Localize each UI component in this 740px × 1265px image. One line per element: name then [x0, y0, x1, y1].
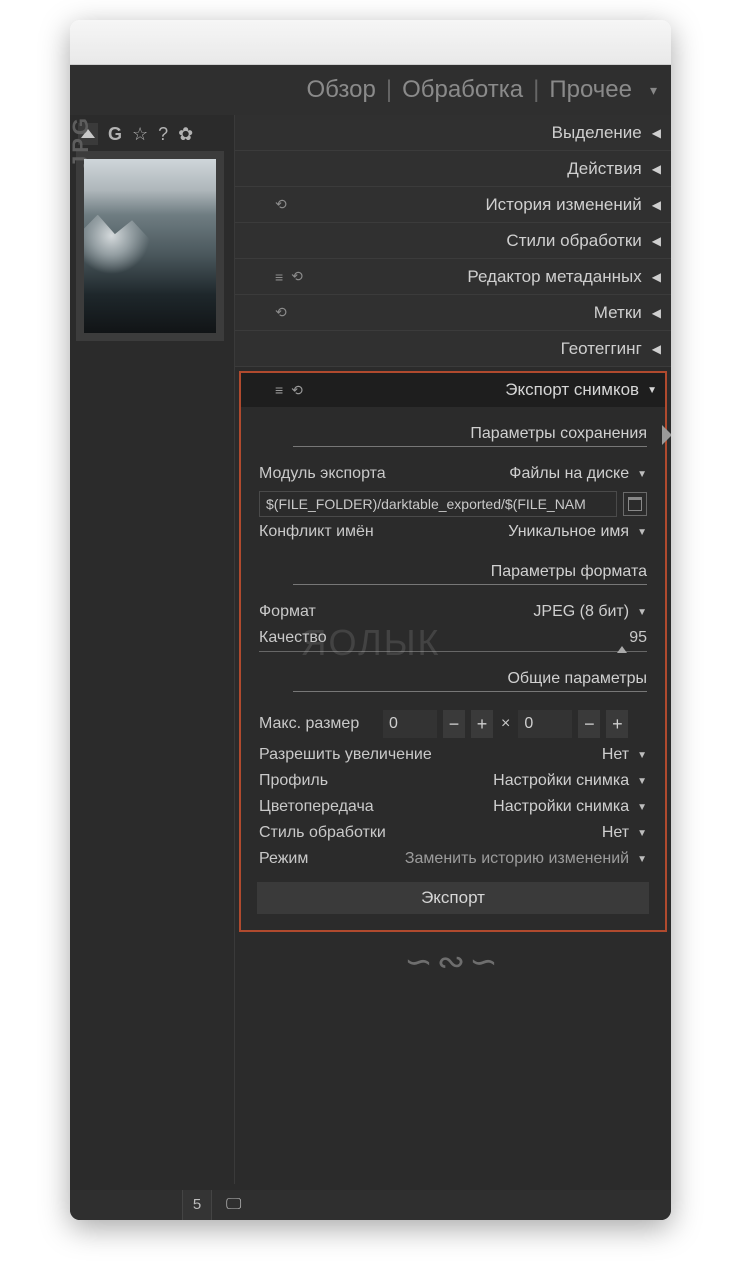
export-button[interactable]: Экспорт [257, 882, 649, 914]
width-input[interactable] [383, 710, 437, 738]
quality-label: Качество [259, 629, 629, 647]
dropdown-icon[interactable]: ▼ [637, 776, 647, 787]
upscale-label: Разрешить увеличение [259, 746, 602, 764]
slider-handle-icon[interactable] [617, 646, 627, 653]
dropdown-icon[interactable]: ▼ [637, 750, 647, 761]
caret-down-icon: ▼ [647, 385, 657, 396]
tab-lighttable[interactable]: Обзор [307, 76, 376, 104]
profile-label: Профиль [259, 772, 493, 790]
height-input[interactable] [518, 710, 572, 738]
panel-header[interactable]: Действия ◀ [235, 151, 671, 187]
style-value[interactable]: Нет [602, 824, 629, 842]
mode-value[interactable]: Заменить историю изменений [405, 850, 629, 868]
panel-title: Выделение [552, 123, 642, 143]
gear-icon[interactable]: ✿ [178, 124, 193, 145]
panel-header[interactable]: ⟲ Метки ◀ [235, 295, 671, 331]
dropdown-icon[interactable]: ▼ [637, 527, 647, 538]
panel-title: Геотеггинг [561, 339, 642, 359]
caret-left-icon: ◀ [652, 270, 661, 284]
grouping-icon[interactable]: G [108, 124, 122, 145]
caret-left-icon: ◀ [652, 126, 661, 140]
dropdown-icon[interactable]: ▼ [637, 802, 647, 813]
caret-left-icon: ◀ [652, 342, 661, 356]
tab-separator: | [386, 76, 392, 104]
help-icon[interactable]: ? [158, 124, 168, 145]
image-count: 5 [182, 1190, 212, 1220]
height-plus-button[interactable]: + [606, 710, 628, 738]
menu-icon[interactable]: ≡ [275, 382, 283, 398]
width-plus-button[interactable]: + [471, 710, 493, 738]
dropdown-icon[interactable]: ▼ [637, 828, 647, 839]
section-general-options: Общие параметры [293, 670, 647, 692]
dropdown-icon[interactable]: ▼ [637, 854, 647, 865]
caret-left-icon: ◀ [652, 306, 661, 320]
tab-darkroom[interactable]: Обработка [402, 76, 523, 104]
quality-slider[interactable]: Качество 95 [259, 629, 647, 652]
section-storage-options: Параметры сохранения [293, 425, 647, 447]
max-size-label: Макс. размер [259, 715, 377, 733]
panel-header[interactable]: Стили обработки ◀ [235, 223, 671, 259]
export-title: Экспорт снимков [505, 380, 639, 400]
upscale-value[interactable]: Нет [602, 746, 629, 764]
display-icon[interactable]: 🖵 [226, 1196, 241, 1214]
export-panel: ≡ ⟲ Экспорт снимков ▼ Параметры сохранен… [239, 371, 667, 932]
section-format-options: Параметры формата [293, 563, 647, 585]
tab-separator: | [533, 76, 539, 104]
width-minus-button[interactable]: − [443, 710, 465, 738]
decorative-flourish-icon: ∽∾∽ [235, 942, 671, 982]
view-tabs: Обзор | Обработка | Прочее ▾ [70, 65, 671, 115]
reset-icon[interactable]: ⟲ [275, 196, 287, 213]
export-path-input[interactable] [259, 491, 617, 517]
reset-icon[interactable]: ⟲ [291, 382, 303, 399]
mode-label: Режим [259, 850, 405, 868]
intent-label: Цветопередача [259, 798, 493, 816]
conflict-label: Конфликт имён [259, 523, 508, 541]
panel-header[interactable]: ⟲ История изменений ◀ [235, 187, 671, 223]
panel-header[interactable]: ≡ ⟲ Редактор метаданных ◀ [235, 259, 671, 295]
intent-value[interactable]: Настройки снимка [493, 798, 629, 816]
caret-left-icon: ◀ [652, 198, 661, 212]
panel-title: Метки [594, 303, 642, 323]
caret-left-icon: ◀ [652, 162, 661, 176]
caret-left-icon: ◀ [652, 234, 661, 248]
panel-header[interactable]: Выделение ◀ [235, 115, 671, 151]
window-titlebar [70, 20, 671, 65]
style-label: Стиль обработки [259, 824, 602, 842]
menu-icon[interactable]: ≡ [275, 269, 283, 285]
quality-value: 95 [629, 629, 647, 647]
panel-title: Редактор метаданных [467, 267, 641, 287]
thumbnail[interactable]: JPG [76, 151, 224, 341]
export-panel-header[interactable]: ≡ ⟲ Экспорт снимков ▼ [241, 373, 665, 407]
dropdown-icon[interactable]: ▼ [637, 607, 647, 618]
panel-title: Стили обработки [506, 231, 641, 251]
panel-expand-handle[interactable] [662, 425, 671, 445]
reset-icon[interactable]: ⟲ [275, 304, 287, 321]
left-toolbar: G ☆ ? ✿ [76, 121, 228, 147]
chevron-down-icon[interactable]: ▾ [650, 82, 657, 99]
panel-title: История изменений [485, 195, 641, 215]
format-value[interactable]: JPEG (8 бит) [533, 603, 629, 621]
export-module-value[interactable]: Файлы на диске [509, 465, 629, 483]
height-minus-button[interactable]: − [578, 710, 600, 738]
conflict-value[interactable]: Уникальное имя [508, 523, 629, 541]
format-label: Формат [259, 603, 533, 621]
export-module-label: Модуль экспорта [259, 465, 509, 483]
dropdown-icon[interactable]: ▼ [637, 469, 647, 480]
panel-header[interactable]: Геотеггинг ◀ [235, 331, 671, 367]
reset-icon[interactable]: ⟲ [291, 268, 303, 285]
thumbnail-image [84, 159, 216, 333]
profile-value[interactable]: Настройки снимка [493, 772, 629, 790]
tab-other[interactable]: Прочее [549, 76, 632, 104]
times-symbol: × [501, 715, 510, 733]
star-icon[interactable]: ☆ [132, 124, 148, 145]
browse-button[interactable] [623, 492, 647, 516]
panel-title: Действия [567, 159, 641, 179]
